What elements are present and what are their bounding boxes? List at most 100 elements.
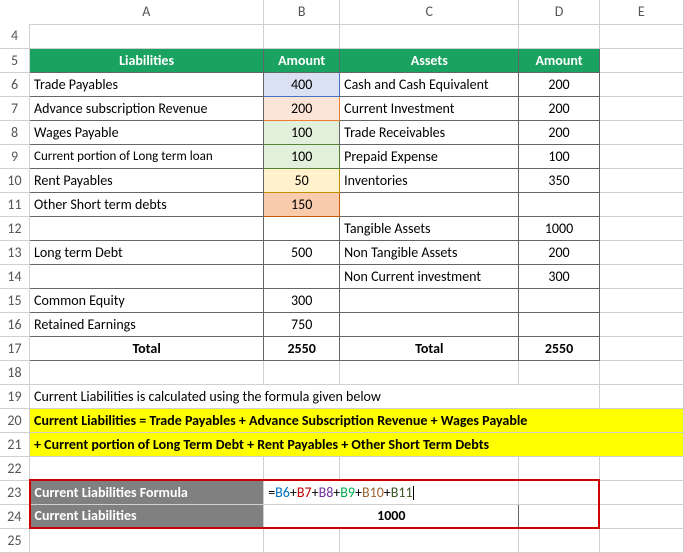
cell-rent-label[interactable]: Rent Payables	[30, 168, 264, 192]
row-header-22[interactable]: 22	[0, 456, 30, 480]
col-header-a[interactable]: A	[30, 0, 264, 24]
cell-a25[interactable]	[30, 528, 264, 552]
header-liabilities[interactable]: Liabilities	[30, 48, 264, 72]
cell-d24[interactable]	[519, 504, 599, 528]
cell-e19[interactable]	[599, 384, 683, 408]
cell-wages-label[interactable]: Wages Payable	[30, 120, 264, 144]
cell-e9[interactable]	[599, 144, 683, 168]
header-amount-1[interactable]: Amount	[264, 48, 340, 72]
header-amount-2[interactable]: Amount	[519, 48, 599, 72]
cell-total-liab-val[interactable]: 2550	[264, 336, 340, 360]
row-header-8[interactable]: 8	[0, 120, 30, 144]
cell-e23[interactable]	[599, 480, 683, 504]
cell-ce-label[interactable]: Common Equity	[30, 288, 264, 312]
row-header-18[interactable]: 18	[0, 360, 30, 384]
cell-curportion-val[interactable]: 100	[264, 144, 340, 168]
cell-e15[interactable]	[599, 288, 683, 312]
cell-noncurrent-label[interactable]: Non Current investment	[340, 264, 519, 288]
row-header-12[interactable]: 12	[0, 216, 30, 240]
cell-e14[interactable]	[599, 264, 683, 288]
cell-b25[interactable]	[264, 528, 340, 552]
cell-e11[interactable]	[599, 192, 683, 216]
row-header-20[interactable]: 20	[0, 408, 30, 432]
cell-cash-equiv-label[interactable]: Cash and Cash Equivalent	[340, 72, 519, 96]
row-header-21[interactable]: 21	[0, 432, 30, 456]
cell-cur-inv-label[interactable]: Current Investment	[340, 96, 519, 120]
cell-d23[interactable]	[519, 480, 599, 504]
cell-trade-payables-label[interactable]: Trade Payables	[30, 72, 264, 96]
cell-wages-val[interactable]: 100	[264, 120, 340, 144]
cell-prepaid-val[interactable]: 100	[519, 144, 599, 168]
row-header-23[interactable]: 23	[0, 480, 30, 504]
row-header-6[interactable]: 6	[0, 72, 30, 96]
col-header-d[interactable]: D	[519, 0, 599, 24]
cell-formula-text-l2[interactable]: + Current portion of Long Term Debt + Re…	[30, 432, 684, 456]
row-header-19[interactable]: 19	[0, 384, 30, 408]
cell-inventories-val[interactable]: 350	[519, 168, 599, 192]
cell-e22[interactable]	[599, 456, 683, 480]
row-header-5[interactable]: 5	[0, 48, 30, 72]
cell-re-val[interactable]: 750	[264, 312, 340, 336]
cell-c15[interactable]	[340, 288, 519, 312]
cell-cl-label[interactable]: Current Liabilities	[30, 504, 264, 528]
cell-e16[interactable]	[599, 312, 683, 336]
cell-d16[interactable]	[519, 312, 599, 336]
row-header-4[interactable]: 4	[0, 24, 30, 48]
cell-c11[interactable]	[340, 192, 519, 216]
cell-prepaid-label[interactable]: Prepaid Expense	[340, 144, 519, 168]
row-header-24[interactable]: 24	[0, 504, 30, 528]
cell-d15[interactable]	[519, 288, 599, 312]
row-header-25[interactable]: 25	[0, 528, 30, 552]
cell-a4[interactable]	[30, 24, 264, 48]
cell-e6[interactable]	[599, 72, 683, 96]
cell-total-assets-label[interactable]: Total	[340, 336, 519, 360]
cell-c4[interactable]	[340, 24, 519, 48]
row-header-14[interactable]: 14	[0, 264, 30, 288]
cell-a22[interactable]	[30, 456, 264, 480]
cell-rent-val[interactable]: 50	[264, 168, 340, 192]
cell-d4[interactable]	[519, 24, 599, 48]
row-header-10[interactable]: 10	[0, 168, 30, 192]
cell-othershort-val[interactable]: 150	[264, 192, 340, 216]
cell-ce-val[interactable]: 300	[264, 288, 340, 312]
cell-formula-text-l1[interactable]: Current Liabilities = Trade Payables + A…	[30, 408, 684, 432]
cell-othershort-label[interactable]: Other Short term debts	[30, 192, 264, 216]
cell-e17[interactable]	[599, 336, 683, 360]
cell-e4[interactable]	[599, 24, 683, 48]
cell-d25[interactable]	[519, 528, 599, 552]
select-all-corner[interactable]	[0, 0, 30, 24]
cell-c16[interactable]	[340, 312, 519, 336]
cell-trade-rec-label[interactable]: Trade Receivables	[340, 120, 519, 144]
cell-cl-formula-active[interactable]: =B6+B7+B8+B9+B10+B11	[264, 480, 519, 504]
cell-curportion-label[interactable]: Current portion of Long term loan	[30, 144, 264, 168]
col-header-c[interactable]: C	[340, 0, 519, 24]
cell-b4[interactable]	[264, 24, 340, 48]
row-header-7[interactable]: 7	[0, 96, 30, 120]
cell-trade-payables-val[interactable]: 400	[264, 72, 340, 96]
row-header-13[interactable]: 13	[0, 240, 30, 264]
cell-a14[interactable]	[30, 264, 264, 288]
cell-a12[interactable]	[30, 216, 264, 240]
cell-b22[interactable]	[264, 456, 340, 480]
header-assets[interactable]: Assets	[340, 48, 519, 72]
cell-total-assets-val[interactable]: 2550	[519, 336, 599, 360]
cell-ltd-val[interactable]: 500	[264, 240, 340, 264]
cell-tangible-val[interactable]: 1000	[519, 216, 599, 240]
cell-adv-sub-label[interactable]: Advance subscription Revenue	[30, 96, 264, 120]
cell-e18[interactable]	[599, 360, 683, 384]
cell-b18[interactable]	[264, 360, 340, 384]
cell-b14[interactable]	[264, 264, 340, 288]
cell-cash-equiv-val[interactable]: 200	[519, 72, 599, 96]
cell-d11[interactable]	[519, 192, 599, 216]
row-header-17[interactable]: 17	[0, 336, 30, 360]
cell-e24[interactable]	[599, 504, 683, 528]
cell-trade-rec-val[interactable]: 200	[519, 120, 599, 144]
cell-re-label[interactable]: Retained Earnings	[30, 312, 264, 336]
cell-e7[interactable]	[599, 96, 683, 120]
cell-a18[interactable]	[30, 360, 264, 384]
cell-e5[interactable]	[599, 48, 683, 72]
spreadsheet-grid[interactable]: A B C D E 4 5 Liabilities Amount Assets …	[0, 0, 684, 553]
cell-ltd-label[interactable]: Long term Debt	[30, 240, 264, 264]
cell-inventories-label[interactable]: Inventories	[340, 168, 519, 192]
cell-cur-inv-val[interactable]: 200	[519, 96, 599, 120]
